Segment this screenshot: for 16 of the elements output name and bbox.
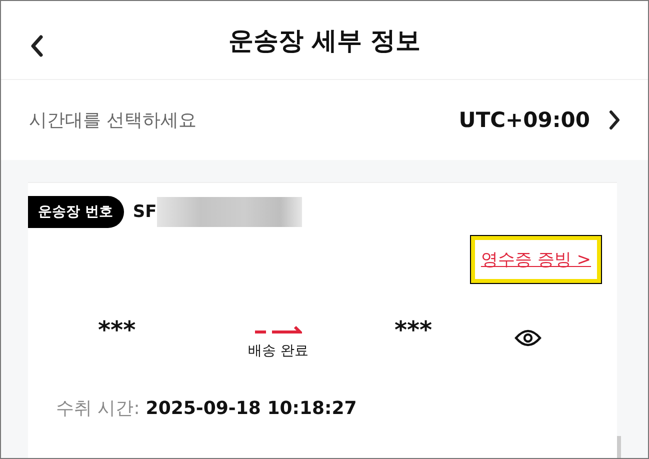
eye-icon[interactable] — [514, 328, 542, 348]
scrollbar[interactable] — [617, 436, 621, 458]
chevron-right-icon[interactable] — [608, 110, 620, 130]
received-label: 수취 시간: — [56, 398, 140, 419]
received-time: 2025-09-18 10:18:27 — [146, 398, 357, 419]
arrow-icon — [254, 324, 302, 334]
destination-text: *** — [394, 316, 434, 344]
timezone-label: 시간대를 선택하세요 — [29, 109, 198, 132]
receipt-link[interactable]: 영수증 증빙 > — [470, 236, 601, 283]
back-icon[interactable] — [30, 35, 44, 57]
origin-text: *** — [98, 316, 137, 344]
status-text: 배송 완료 — [248, 342, 308, 360]
page-title: 운송장 세부 정보 — [228, 24, 421, 56]
waybill-number: SF — [132, 202, 157, 222]
waybill-badge: 운송장 번호 — [28, 196, 124, 228]
timezone-value[interactable]: UTC+09:00 — [458, 108, 590, 132]
